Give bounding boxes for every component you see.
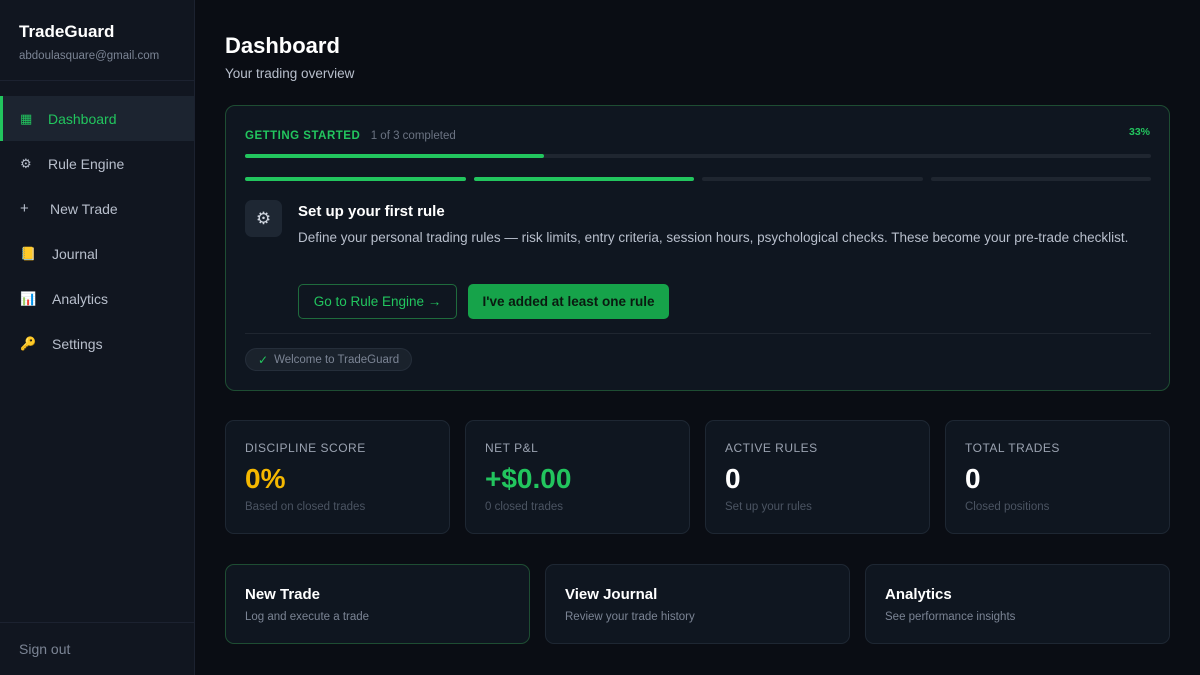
action-subtitle: Log and execute a trade xyxy=(245,611,370,623)
step-description: Define your personal trading rules — ris… xyxy=(298,230,1129,245)
getting-started-label: GETTING STARTED xyxy=(245,130,361,142)
grid-icon: ▦ xyxy=(20,110,33,126)
sidebar-item-journal[interactable]: 📒 Journal xyxy=(0,231,194,276)
stat-caption: Set up your rules xyxy=(725,501,812,513)
plus-icon: + xyxy=(20,200,29,217)
stat-caption: 0 closed trades xyxy=(485,501,563,513)
sidebar-item-label: Settings xyxy=(52,335,103,352)
progress-percent: 33% xyxy=(1128,126,1150,138)
new-trade-card[interactable]: New Trade Log and execute a trade xyxy=(225,564,530,644)
view-journal-card[interactable]: View Journal Review your trade history xyxy=(545,564,850,644)
stat-label: DISCIPLINE SCORE xyxy=(245,441,366,455)
stat-caption: Based on closed trades xyxy=(245,501,366,513)
divider xyxy=(245,333,1151,334)
gear-icon: ⚙ xyxy=(20,155,32,171)
step-indicator xyxy=(473,177,694,181)
action-title: Analytics xyxy=(885,586,952,603)
stat-value: 0% xyxy=(245,463,286,494)
progress-bar-fill xyxy=(245,154,544,158)
sidebar-item-dashboard[interactable]: ▦ Dashboard xyxy=(0,96,194,141)
step-indicator xyxy=(245,177,466,181)
sidebar-item-rule-engine[interactable]: ⚙ Rule Engine xyxy=(0,141,194,186)
sidebar-item-label: Journal xyxy=(52,245,98,262)
user-email: abdoulasquare@gmail.com xyxy=(19,50,160,62)
quick-actions: New Trade Log and execute a trade View J… xyxy=(225,564,1170,644)
stat-card-active-rules: ACTIVE RULES 0 Set up your rules xyxy=(705,420,930,534)
step-title: Set up your first rule xyxy=(298,203,445,220)
analytics-card[interactable]: Analytics See performance insights xyxy=(865,564,1170,644)
completed-step-label: Welcome to TradeGuard xyxy=(274,353,400,366)
sidebar-item-label: New Trade xyxy=(50,200,118,217)
sidebar-item-label: Analytics xyxy=(52,290,109,307)
step-indicator xyxy=(930,177,1151,181)
action-subtitle: See performance insights xyxy=(885,611,1016,623)
stat-value: +$0.00 xyxy=(485,463,572,494)
app-name: TradeGuard xyxy=(19,22,115,41)
stat-value: 0 xyxy=(965,463,981,494)
action-title: New Trade xyxy=(245,586,321,603)
key-icon: 🔑 xyxy=(20,335,37,351)
gear-icon: ⚙ xyxy=(245,200,282,237)
sidebar-item-label: Rule Engine xyxy=(48,155,125,172)
getting-started-card: GETTING STARTED 1 of 3 completed 33% ⚙ S… xyxy=(225,105,1170,391)
chart-icon: 📊 xyxy=(20,290,37,306)
sidebar-item-analytics[interactable]: 📊 Analytics xyxy=(0,276,194,321)
stat-label: NET P&L xyxy=(485,441,539,455)
sign-out-link[interactable]: Sign out xyxy=(0,622,194,675)
stats-row: DISCIPLINE SCORE 0% Based on closed trad… xyxy=(225,420,1170,534)
confirm-rule-added-button[interactable]: I've added at least one rule xyxy=(468,284,669,319)
page-subtitle: Your trading overview xyxy=(225,66,355,81)
completed-count: 1 of 3 completed xyxy=(370,130,456,142)
stat-caption: Closed positions xyxy=(965,501,1050,513)
step-indicators xyxy=(245,177,1151,181)
stat-label: TOTAL TRADES xyxy=(965,441,1060,455)
stat-card-total-trades: TOTAL TRADES 0 Closed positions xyxy=(945,420,1170,534)
action-title: View Journal xyxy=(565,586,658,603)
sidebar-nav: ▦ Dashboard ⚙ Rule Engine + New Trade 📒 … xyxy=(0,96,194,366)
stat-value: 0 xyxy=(725,463,741,494)
sidebar-item-label: Dashboard xyxy=(48,110,117,127)
completed-step-chip: ✓ Welcome to TradeGuard xyxy=(245,348,413,371)
go-to-rule-engine-button[interactable]: Go to Rule Engine → xyxy=(298,284,457,319)
sidebar-item-new-trade[interactable]: + New Trade xyxy=(0,186,194,231)
step-indicator xyxy=(702,177,923,181)
sidebar: TradeGuard abdoulasquare@gmail.com ▦ Das… xyxy=(0,0,195,675)
getting-started-header: GETTING STARTED 1 of 3 completed 33% xyxy=(245,126,1150,142)
stat-card-discipline-score: DISCIPLINE SCORE 0% Based on closed trad… xyxy=(225,420,450,534)
sidebar-item-settings[interactable]: 🔑 Settings xyxy=(0,321,194,366)
page-title: Dashboard xyxy=(225,33,340,58)
stat-label: ACTIVE RULES xyxy=(725,441,818,455)
check-icon: ✓ xyxy=(258,352,269,367)
brand: TradeGuard abdoulasquare@gmail.com xyxy=(0,0,194,81)
progress-bar xyxy=(245,154,1151,158)
notebook-icon: 📒 xyxy=(20,245,37,261)
stat-card-net-pnl: NET P&L +$0.00 0 closed trades xyxy=(465,420,690,534)
action-subtitle: Review your trade history xyxy=(565,611,695,623)
